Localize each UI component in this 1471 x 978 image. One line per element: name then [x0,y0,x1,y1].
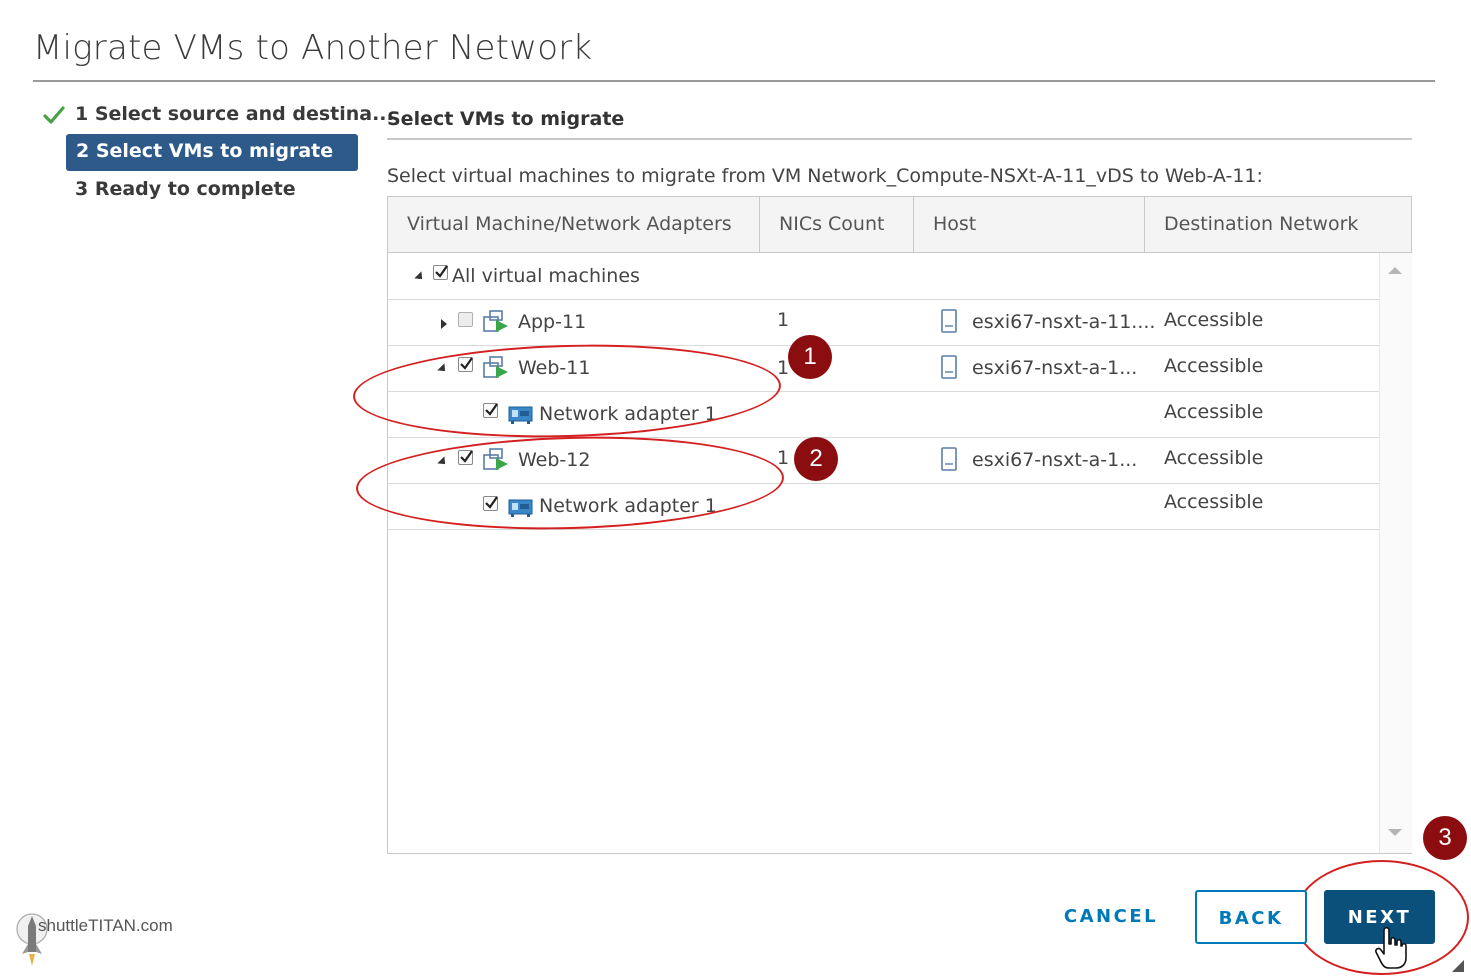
table-row[interactable]: App-11 1 esxi67-nsxt-a-11.... Accessible [388,299,1379,346]
host-name[interactable]: esxi67-nsxt-a-1... [972,345,1137,391]
host-icon [941,447,957,471]
column-header-vm[interactable]: Virtual Machine/Network Adapters [388,197,760,252]
grid-header: Virtual Machine/Network Adapters NICs Co… [388,197,1411,253]
host-name[interactable]: esxi67-nsxt-a-11.... [972,299,1155,345]
scroll-up-icon[interactable] [1388,267,1402,274]
callout-badge: 3 [1423,816,1467,860]
row-checkbox[interactable] [458,312,473,327]
section-divider [387,138,1412,140]
collapse-caret-icon[interactable] [414,271,426,283]
select-all-checkbox[interactable] [433,265,448,280]
host-icon [941,309,957,333]
watermark-text: shuttleTITAN.com [38,916,173,935]
title-divider [33,80,1435,82]
host-name[interactable]: esxi67-nsxt-a-1... [972,437,1137,483]
callout-badge: 1 [788,335,832,379]
cancel-button[interactable]: CANCEL [1052,890,1170,944]
wizard-step-ready[interactable]: 3 Ready to complete [75,178,296,200]
scroll-down-icon[interactable] [1388,829,1402,836]
column-header-destination[interactable]: Destination Network [1145,197,1411,252]
wizard-step-select-vms[interactable]: 2 Select VMs to migrate [66,134,358,171]
vm-icon [483,310,508,332]
resize-grip-icon[interactable] [1452,960,1464,972]
check-icon [43,106,65,124]
nics-count: 1 [777,309,790,331]
wizard-step-select-source[interactable]: 1 Select source and destina... [75,103,394,125]
expand-caret-icon[interactable] [441,319,447,329]
row-name: All virtual machines [452,265,640,287]
column-header-host[interactable]: Host [914,197,1145,252]
dialog-title: Migrate VMs to Another Network [33,28,593,68]
host-icon [941,355,957,379]
hand-cursor-icon [1375,926,1407,969]
column-header-nics[interactable]: NICs Count [760,197,914,252]
destination-status: Accessible [1164,447,1264,469]
table-row[interactable]: All virtual machines [388,253,1379,300]
checkmark-icon [435,265,448,278]
destination-status: Accessible [1164,309,1264,331]
back-button[interactable]: BACK [1195,890,1307,944]
callout-badge: 2 [794,437,838,481]
destination-status: Accessible [1164,355,1264,377]
vm-name: App-11 [518,311,587,333]
destination-status: Accessible [1164,491,1264,513]
wizard-step-label: 2 Select VMs to migrate [76,140,334,162]
scrollbar[interactable] [1379,253,1412,853]
instruction-text: Select virtual machines to migrate from … [387,165,1263,187]
section-title: Select VMs to migrate [387,108,625,130]
destination-status: Accessible [1164,401,1264,423]
